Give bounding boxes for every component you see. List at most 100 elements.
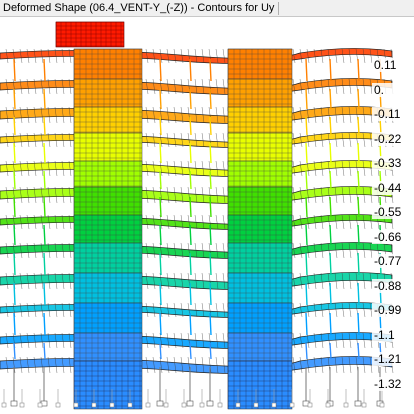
column-line — [43, 142, 46, 164]
support-symbol — [91, 402, 97, 408]
support-symbol — [206, 400, 214, 407]
support-symbol — [307, 402, 313, 408]
column-line — [305, 88, 308, 110]
column-line — [189, 312, 192, 336]
column-line — [357, 170, 360, 190]
column-line — [159, 170, 162, 190]
column-line — [305, 282, 308, 306]
support-symbol — [199, 402, 205, 408]
column-line — [357, 282, 360, 306]
core-wall-panel — [73, 186, 143, 220]
support-symbol — [325, 402, 331, 408]
column-line — [357, 116, 360, 136]
core-wall-panel — [227, 78, 293, 112]
column-line — [43, 170, 46, 190]
column-line — [209, 88, 212, 110]
column-line — [13, 252, 16, 276]
title-separator — [278, 1, 280, 15]
column-line — [43, 88, 46, 110]
column-line — [189, 170, 192, 190]
column-line — [13, 58, 16, 82]
column-line — [159, 252, 162, 276]
column-line — [189, 116, 192, 136]
support-symbol — [235, 402, 241, 408]
support-symbol — [343, 402, 349, 408]
column-line — [329, 116, 332, 136]
column-line — [159, 312, 162, 336]
support-symbol — [217, 402, 223, 408]
support-symbol — [19, 402, 25, 408]
core-wall-panel — [73, 78, 143, 112]
legend-value-label: -0.55 — [372, 205, 414, 219]
column-line — [357, 142, 360, 164]
support-symbol — [289, 402, 295, 408]
core-wall-panel — [227, 186, 293, 220]
column-line — [209, 312, 212, 336]
support-symbol — [186, 400, 194, 407]
column-line — [159, 224, 162, 246]
support-symbol — [181, 402, 187, 408]
column-line — [357, 196, 360, 218]
column-line — [209, 116, 212, 136]
support-symbol — [354, 400, 362, 407]
column-line — [329, 142, 332, 164]
deformed-shape-canvas[interactable] — [0, 17, 414, 414]
column-line — [159, 282, 162, 306]
column-line — [329, 252, 332, 276]
column-line — [209, 282, 212, 306]
column-line — [13, 142, 16, 164]
column-line — [305, 224, 308, 246]
column-line — [329, 88, 332, 110]
column-line — [305, 142, 308, 164]
core-wall-panel — [73, 214, 143, 248]
core-wall-panel — [227, 214, 293, 248]
column-line — [159, 142, 162, 164]
column-line — [329, 170, 332, 190]
support-symbol — [156, 400, 164, 407]
support-symbol — [145, 402, 151, 408]
support-symbol — [163, 402, 169, 408]
support-symbol — [109, 402, 115, 408]
column-line — [189, 58, 192, 82]
column-line — [305, 170, 308, 190]
column-line — [13, 342, 16, 360]
column-line — [209, 252, 212, 276]
legend-value-label: 0. — [372, 82, 414, 97]
support-symbol — [271, 402, 277, 408]
column-line — [357, 88, 360, 110]
column-line — [43, 196, 46, 218]
column-line — [13, 116, 16, 136]
column-line — [13, 170, 16, 190]
column-line — [13, 196, 16, 218]
support-symbol — [10, 400, 18, 407]
column-line — [329, 282, 332, 306]
column-line — [209, 58, 212, 82]
core-wall-panel — [73, 132, 143, 166]
column-line — [159, 116, 162, 136]
legend-value-label: -0.22 — [372, 131, 414, 146]
column-line — [357, 58, 360, 82]
column-line — [357, 342, 360, 360]
legend-value-label: 0.11 — [372, 58, 414, 72]
core-base — [73, 360, 143, 410]
legend-value-label: -0.77 — [372, 254, 414, 268]
column-line — [43, 342, 46, 360]
window-titlebar: Deformed Shape (06.4_VENT-Y_(-Z)) - Cont… — [0, 0, 414, 17]
column-line — [209, 142, 212, 164]
legend-value-label: -0.33 — [372, 156, 414, 170]
support-symbol — [361, 402, 367, 408]
column-line — [13, 88, 16, 110]
column-line — [209, 342, 212, 360]
column-line — [357, 224, 360, 246]
column-line — [189, 142, 192, 164]
legend-value-label: -0.88 — [372, 278, 414, 293]
column-line — [305, 312, 308, 336]
column-line — [305, 116, 308, 136]
column-line — [189, 252, 192, 276]
column-line — [189, 224, 192, 246]
support-symbol — [1, 402, 7, 408]
legend-value-label: -0.11 — [372, 107, 414, 121]
column-line — [305, 342, 308, 360]
core-wall-panel — [73, 332, 143, 362]
model-viewport[interactable] — [0, 17, 414, 414]
